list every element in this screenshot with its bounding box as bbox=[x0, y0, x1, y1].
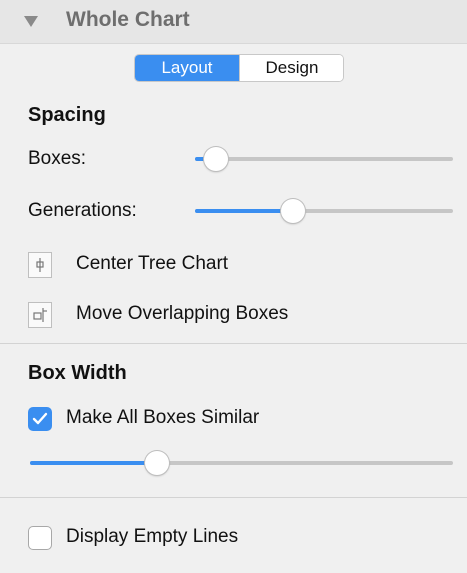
center-tree-icon bbox=[36, 258, 44, 272]
make-similar-checkbox[interactable] bbox=[28, 407, 52, 431]
boxes-label: Boxes: bbox=[28, 148, 87, 169]
tab-design[interactable]: Design bbox=[239, 55, 343, 81]
make-similar-label[interactable]: Make All Boxes Similar bbox=[66, 407, 259, 429]
section-header[interactable]: Whole Chart bbox=[0, 0, 467, 44]
slider-knob[interactable] bbox=[281, 199, 305, 223]
divider bbox=[0, 497, 467, 498]
center-tree-button[interactable] bbox=[28, 252, 52, 278]
slider-knob[interactable] bbox=[145, 451, 169, 475]
slider-knob[interactable] bbox=[204, 147, 228, 171]
display-empty-lines-checkbox[interactable] bbox=[28, 526, 52, 550]
generations-label: Generations: bbox=[28, 200, 137, 221]
boxes-spacing-slider[interactable] bbox=[195, 147, 453, 171]
move-boxes-icon bbox=[33, 308, 47, 322]
layout-design-segmented-control[interactable]: Layout Design bbox=[134, 54, 344, 82]
tab-layout[interactable]: Layout bbox=[135, 55, 239, 81]
divider bbox=[0, 343, 467, 344]
section-title: Whole Chart bbox=[66, 8, 190, 31]
checkmark-icon bbox=[32, 412, 48, 425]
slider-fill bbox=[195, 209, 293, 213]
disclosure-triangle-icon[interactable] bbox=[24, 16, 38, 27]
generations-spacing-slider[interactable] bbox=[195, 199, 453, 223]
center-tree-label[interactable]: Center Tree Chart bbox=[76, 253, 228, 275]
slider-track bbox=[195, 157, 453, 161]
display-empty-lines-label[interactable]: Display Empty Lines bbox=[66, 526, 238, 548]
move-overlapping-button[interactable] bbox=[28, 302, 52, 328]
spacing-heading: Spacing bbox=[28, 104, 106, 126]
slider-fill bbox=[30, 461, 157, 465]
box-width-heading: Box Width bbox=[28, 362, 127, 384]
box-width-slider[interactable] bbox=[30, 451, 453, 475]
move-overlapping-label[interactable]: Move Overlapping Boxes bbox=[76, 303, 288, 325]
